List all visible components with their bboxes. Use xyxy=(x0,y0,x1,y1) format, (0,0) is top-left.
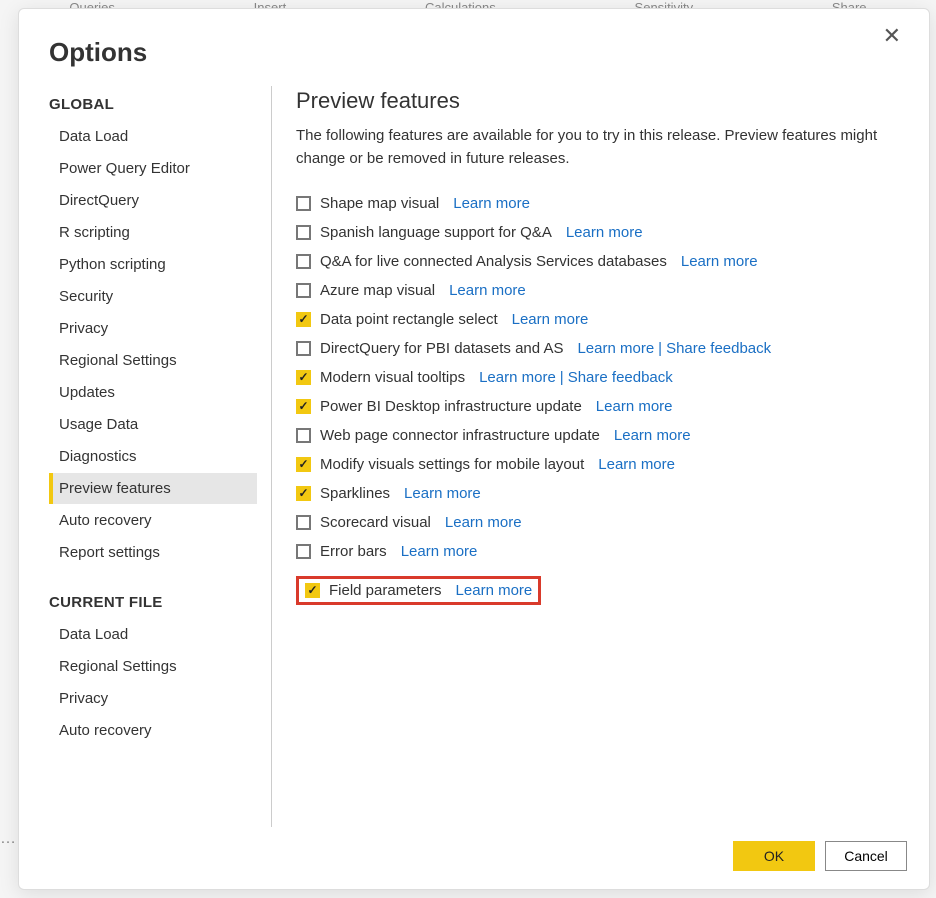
dialog-footer: OK Cancel xyxy=(49,841,907,871)
feature-label: Azure map visual xyxy=(320,282,435,299)
feature-label: Scorecard visual xyxy=(320,514,431,531)
sidebar-item-regional-settings[interactable]: Regional Settings xyxy=(49,345,257,376)
feature-row: Error bars Learn more xyxy=(296,537,907,566)
sidebar-item-python-scripting[interactable]: Python scripting xyxy=(49,249,257,280)
feature-checkbox[interactable] xyxy=(296,428,311,443)
learn-more-link[interactable]: Learn more xyxy=(456,582,533,599)
feature-checkbox[interactable] xyxy=(296,486,311,501)
learn-more-link[interactable]: Learn more xyxy=(449,282,526,299)
learn-more-link[interactable]: Learn more xyxy=(598,456,675,473)
link-separator: | xyxy=(560,369,564,386)
learn-more-link[interactable]: Learn more xyxy=(404,485,481,502)
feature-row: Scorecard visual Learn more xyxy=(296,508,907,537)
feature-checkbox[interactable] xyxy=(296,196,311,211)
feature-row: Azure map visual Learn more xyxy=(296,276,907,305)
learn-more-link[interactable]: Learn more xyxy=(681,253,758,270)
learn-more-link[interactable]: Learn more xyxy=(401,543,478,560)
learn-more-link[interactable]: Learn more xyxy=(596,398,673,415)
learn-more-link[interactable]: Learn more xyxy=(577,340,654,357)
section-header-global: GLOBAL xyxy=(49,86,257,121)
highlight-box: Field parameters Learn more xyxy=(296,576,541,605)
sidebar-item-cf-auto-recovery[interactable]: Auto recovery xyxy=(49,715,257,746)
truncation-dots: … xyxy=(0,830,17,848)
feature-checkbox[interactable] xyxy=(296,341,311,356)
feature-row: Modern visual tooltips Learn more|Share f… xyxy=(296,363,907,392)
feature-label: Power BI Desktop infrastructure update xyxy=(320,398,582,415)
feature-checkbox[interactable] xyxy=(296,399,311,414)
feature-label: Field parameters xyxy=(329,582,442,599)
sidebar-item-data-load[interactable]: Data Load xyxy=(49,121,257,152)
feature-checkbox[interactable] xyxy=(296,283,311,298)
sidebar-item-r-scripting[interactable]: R scripting xyxy=(49,217,257,248)
feature-label: Q&A for live connected Analysis Services… xyxy=(320,253,667,270)
feature-checkbox[interactable] xyxy=(296,544,311,559)
feature-row: Web page connector infrastructure update… xyxy=(296,421,907,450)
feature-checkbox[interactable] xyxy=(296,312,311,327)
learn-more-link[interactable]: Learn more xyxy=(453,195,530,212)
feature-row: Power BI Desktop infrastructure update Le… xyxy=(296,392,907,421)
ok-button[interactable]: OK xyxy=(733,841,815,871)
feature-label: Web page connector infrastructure update xyxy=(320,427,600,444)
feature-row: Modify visuals settings for mobile layou… xyxy=(296,450,907,479)
learn-more-link[interactable]: Learn more xyxy=(479,369,556,386)
sidebar-item-report-settings[interactable]: Report settings xyxy=(49,537,257,568)
feature-row: DirectQuery for PBI datasets and AS Learn… xyxy=(296,334,907,363)
learn-more-link[interactable]: Learn more xyxy=(512,311,589,328)
feature-label: DirectQuery for PBI datasets and AS xyxy=(320,340,563,357)
feature-checkbox[interactable] xyxy=(296,515,311,530)
feature-label: Shape map visual xyxy=(320,195,439,212)
sidebar-item-security[interactable]: Security xyxy=(49,281,257,312)
feature-row: Data point rectangle select Learn more xyxy=(296,305,907,334)
feature-row: Spanish language support for Q&A Learn mo… xyxy=(296,218,907,247)
sidebar-item-updates[interactable]: Updates xyxy=(49,377,257,408)
feature-label: Sparklines xyxy=(320,485,390,502)
feature-label: Modify visuals settings for mobile layou… xyxy=(320,456,584,473)
feature-checkbox[interactable] xyxy=(296,457,311,472)
share-feedback-link[interactable]: Share feedback xyxy=(568,369,673,386)
sidebar-item-preview-features[interactable]: Preview features xyxy=(49,473,257,504)
sidebar-item-auto-recovery[interactable]: Auto recovery xyxy=(49,505,257,536)
cancel-button[interactable]: Cancel xyxy=(825,841,907,871)
feature-row: Sparklines Learn more xyxy=(296,479,907,508)
sidebar-item-cf-privacy[interactable]: Privacy xyxy=(49,683,257,714)
feature-label: Modern visual tooltips xyxy=(320,369,465,386)
sidebar-item-directquery[interactable]: DirectQuery xyxy=(49,185,257,216)
feature-checkbox[interactable] xyxy=(305,583,320,598)
sidebar-item-power-query-editor[interactable]: Power Query Editor xyxy=(49,153,257,184)
feature-checkbox[interactable] xyxy=(296,370,311,385)
sidebar-item-diagnostics[interactable]: Diagnostics xyxy=(49,441,257,472)
feature-checkbox[interactable] xyxy=(296,254,311,269)
link-separator: | xyxy=(658,340,662,357)
learn-more-link[interactable]: Learn more xyxy=(614,427,691,444)
dialog-title: Options xyxy=(49,37,147,68)
feature-label: Error bars xyxy=(320,543,387,560)
feature-label: Spanish language support for Q&A xyxy=(320,224,552,241)
learn-more-link[interactable]: Learn more xyxy=(566,224,643,241)
feature-row: Field parameters Learn more xyxy=(296,566,907,611)
vertical-divider xyxy=(271,86,272,827)
feature-label: Data point rectangle select xyxy=(320,311,498,328)
options-sidebar[interactable]: GLOBALData LoadPower Query EditorDirectQ… xyxy=(49,86,259,827)
options-content: Preview features The following features … xyxy=(296,86,907,827)
options-dialog: Options ✕ GLOBALData LoadPower Query Edi… xyxy=(18,8,930,890)
content-title: Preview features xyxy=(296,88,907,114)
sidebar-item-cf-data-load[interactable]: Data Load xyxy=(49,619,257,650)
content-description: The following features are available for… xyxy=(296,124,907,171)
share-feedback-link[interactable]: Share feedback xyxy=(666,340,771,357)
learn-more-link[interactable]: Learn more xyxy=(445,514,522,531)
section-header-current-file: CURRENT FILE xyxy=(49,584,257,619)
feature-row: Q&A for live connected Analysis Services… xyxy=(296,247,907,276)
sidebar-item-cf-regional-settings[interactable]: Regional Settings xyxy=(49,651,257,682)
close-icon[interactable]: ✕ xyxy=(877,23,907,49)
sidebar-item-usage-data[interactable]: Usage Data xyxy=(49,409,257,440)
feature-row: Shape map visual Learn more xyxy=(296,189,907,218)
sidebar-item-privacy[interactable]: Privacy xyxy=(49,313,257,344)
feature-checkbox[interactable] xyxy=(296,225,311,240)
